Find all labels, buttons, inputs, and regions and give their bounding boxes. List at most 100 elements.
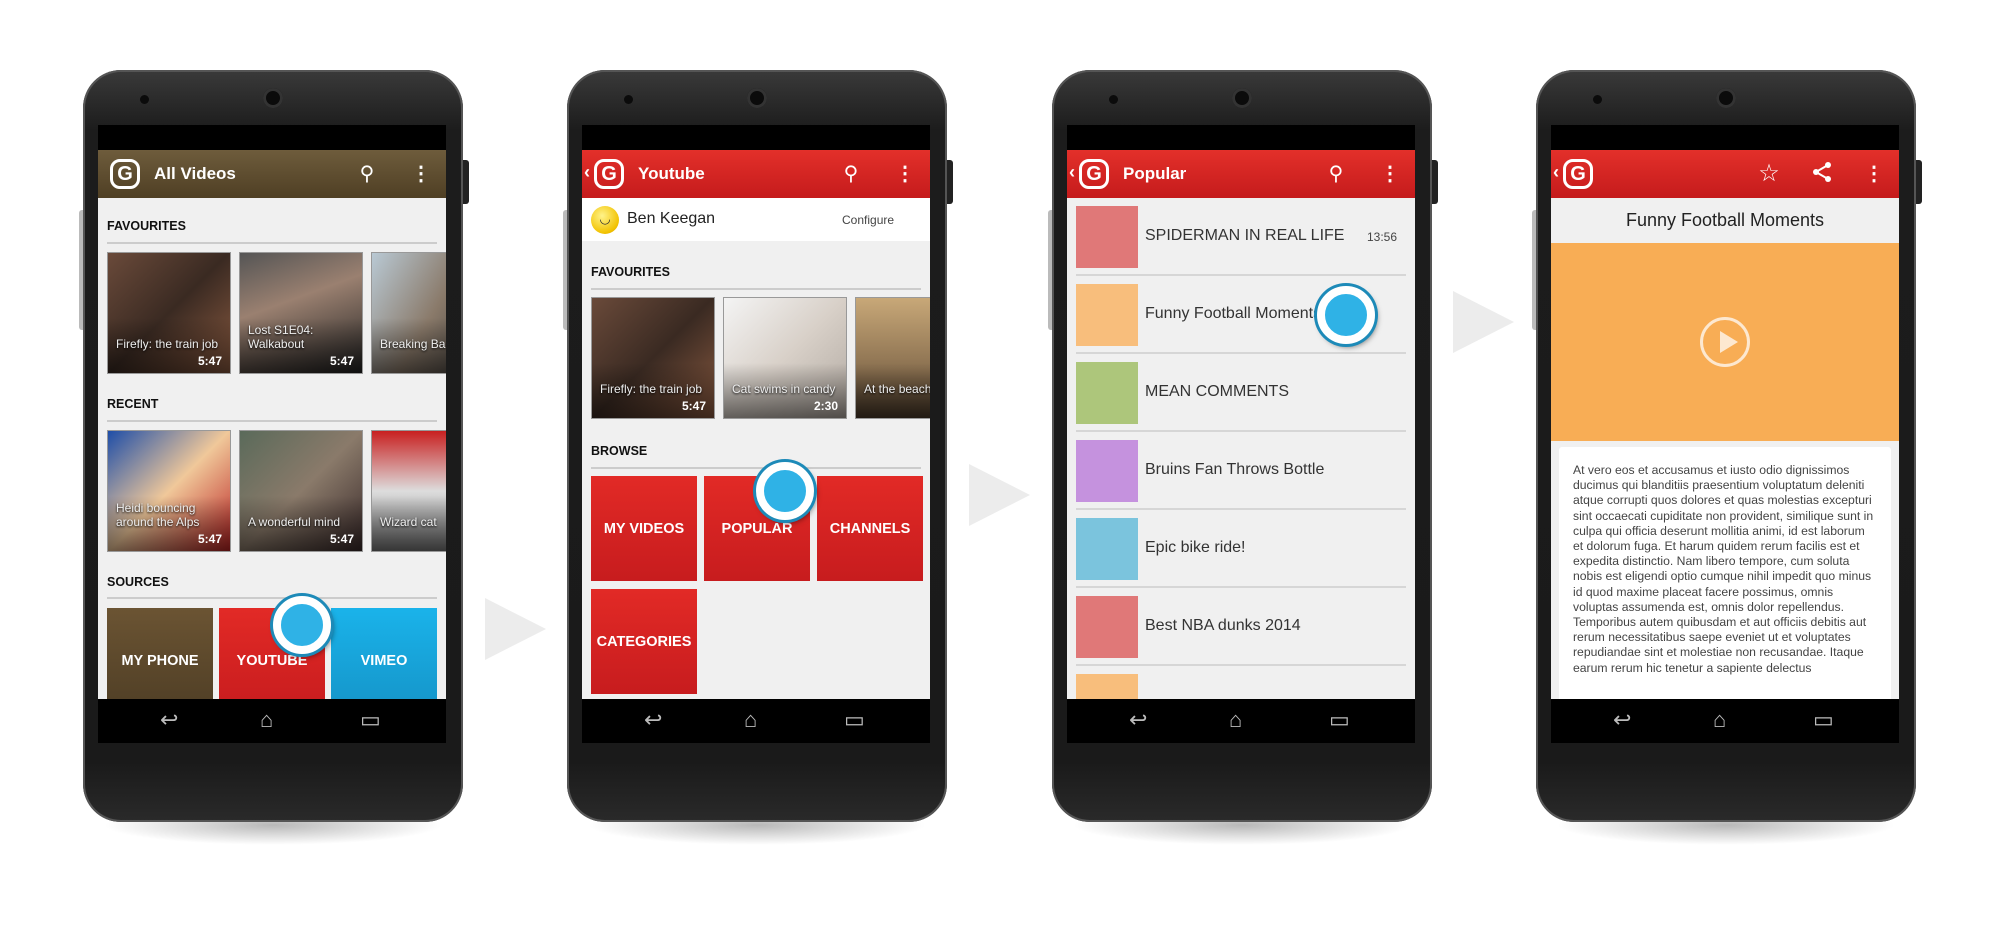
page-title: Youtube xyxy=(638,164,705,183)
action-bar: G All Videos ⚲ ⋮ xyxy=(98,150,446,198)
browse-my-videos[interactable]: MY VIDEOS xyxy=(591,476,697,581)
nav-home-icon[interactable]: ⌂ xyxy=(1713,707,1726,733)
video-player[interactable] xyxy=(1551,243,1899,441)
nav-recents-icon[interactable]: ▭ xyxy=(360,707,381,733)
status-bar xyxy=(98,125,446,150)
section-recent: RECENT xyxy=(107,397,159,411)
divider xyxy=(107,597,437,599)
nav-recents-icon[interactable]: ▭ xyxy=(1813,707,1834,733)
star-icon[interactable]: ☆ xyxy=(1755,160,1783,188)
nav-back-icon[interactable]: ↩ xyxy=(1613,707,1631,733)
list-item[interactable]: Best NBA dunks 2014 xyxy=(1076,588,1406,666)
divider xyxy=(107,420,437,422)
phone-popular: ‹ G Popular ⚲ ⋮ SPIDERMAN IN REAL LIFE 13… xyxy=(1048,70,1438,822)
status-bar xyxy=(1067,125,1415,150)
action-bar: ‹ G ☆ ⋮ xyxy=(1551,150,1899,198)
divider xyxy=(591,467,921,469)
user-name: Ben Keegan xyxy=(627,210,716,227)
volume-button xyxy=(79,210,83,330)
phone-youtube: ‹ G Youtube ⚲ ⋮ ◡ Ben Keegan Configure F… xyxy=(563,70,953,822)
back-chevron-icon[interactable]: ‹ xyxy=(584,162,590,183)
browse-channels[interactable]: CHANNELS xyxy=(817,476,923,581)
video-title: Cat swims in candy xyxy=(732,382,836,396)
overflow-menu-icon[interactable]: ⋮ xyxy=(1860,160,1888,188)
video-thumb xyxy=(1076,596,1138,658)
video-title: Lost S1E04: Walkabout xyxy=(248,323,314,351)
browse-categories[interactable]: CATEGORIES xyxy=(591,589,697,694)
source-vimeo[interactable]: VIMEO xyxy=(331,608,437,699)
video-thumb[interactable]: At the beach xyxy=(855,297,930,419)
app-logo-icon[interactable]: G xyxy=(1079,159,1109,189)
volume-button xyxy=(1532,210,1536,330)
list-item[interactable]: MEAN COMMENTS xyxy=(1076,354,1406,432)
configure-button[interactable]: Configure xyxy=(842,213,894,227)
source-my-phone[interactable]: MY PHONE xyxy=(107,608,213,699)
video-thumb xyxy=(1076,206,1138,268)
nav-home-icon[interactable]: ⌂ xyxy=(744,707,757,733)
video-duration: 5:47 xyxy=(329,354,354,368)
camera xyxy=(263,88,283,108)
touch-indicator-icon xyxy=(273,596,331,654)
video-thumb[interactable]: Wizard cat xyxy=(371,430,446,552)
share-icon[interactable] xyxy=(1808,160,1836,192)
video-title: Epic bike ride! xyxy=(1145,539,1246,556)
content: ◡ Ben Keegan Configure FAVOURITES Firefl… xyxy=(582,198,930,699)
back-chevron-icon[interactable]: ‹ xyxy=(1553,162,1559,183)
list-item[interactable]: Epic bike ride! xyxy=(1076,510,1406,588)
status-bar xyxy=(1551,125,1899,150)
back-chevron-icon[interactable]: ‹ xyxy=(1069,162,1075,183)
app-logo-icon[interactable]: G xyxy=(110,159,140,189)
app-logo-icon[interactable]: G xyxy=(1563,159,1593,189)
video-title: Heidi bouncing around the Alps xyxy=(116,501,200,529)
section-favourites: FAVOURITES xyxy=(591,265,670,279)
video-thumb[interactable]: Heidi bouncing around the Alps 5:47 xyxy=(107,430,231,552)
phone-video-detail: ‹ G ☆ ⋮ Funny Football Moments At vero e… xyxy=(1532,70,1922,822)
content: FAVOURITES Firefly: the train job 5:47 Lo… xyxy=(98,198,446,699)
video-thumb[interactable]: Breaking Ba xyxy=(371,252,446,374)
overflow-menu-icon[interactable]: ⋮ xyxy=(407,160,435,188)
video-thumb[interactable]: Cat swims in candy 2:30 xyxy=(723,297,847,419)
page-title: All Videos xyxy=(154,164,236,183)
screen: ‹ G Popular ⚲ ⋮ SPIDERMAN IN REAL LIFE 13… xyxy=(1067,125,1415,743)
play-icon[interactable] xyxy=(1700,317,1750,367)
app-logo-icon[interactable]: G xyxy=(594,159,624,189)
nav-recents-icon[interactable]: ▭ xyxy=(844,707,865,733)
nav-back-icon[interactable]: ↩ xyxy=(644,707,662,733)
nav-back-icon[interactable]: ↩ xyxy=(160,707,178,733)
search-icon[interactable]: ⚲ xyxy=(1322,160,1350,188)
search-icon[interactable]: ⚲ xyxy=(837,160,865,188)
overflow-menu-icon[interactable]: ⋮ xyxy=(1376,160,1404,188)
video-title: Firefly: the train job xyxy=(600,382,703,396)
screen: G All Videos ⚲ ⋮ FAVOURITES Firefly: the… xyxy=(98,125,446,743)
action-bar: ‹ G Youtube ⚲ ⋮ xyxy=(582,150,930,198)
list-item[interactable]: SPIDERMAN IN REAL LIFE 13:56 xyxy=(1076,198,1406,276)
page-title: Popular xyxy=(1123,164,1187,183)
video-title: Breaking Ba xyxy=(380,337,446,351)
camera xyxy=(1716,88,1736,108)
video-thumb[interactable]: Firefly: the train job 5:47 xyxy=(591,297,715,419)
video-duration: 5:47 xyxy=(329,532,354,546)
video-title: Bruins Fan Throws Bottle xyxy=(1145,461,1325,478)
nav-recents-icon[interactable]: ▭ xyxy=(1329,707,1350,733)
video-thumb[interactable]: A wonderful mind 5:47 xyxy=(239,430,363,552)
list-item[interactable]: Bruins Fan Throws Bottle xyxy=(1076,432,1406,510)
list-item[interactable] xyxy=(1076,666,1406,699)
video-thumb[interactable]: Lost S1E04: Walkabout 5:47 xyxy=(239,252,363,374)
overflow-menu-icon[interactable]: ⋮ xyxy=(891,160,919,188)
video-duration: 5:47 xyxy=(197,532,222,546)
flow-arrow-icon xyxy=(969,464,1030,526)
power-button xyxy=(463,160,469,204)
video-title: A wonderful mind xyxy=(248,515,341,529)
content: Funny Football Moments At vero eos et ac… xyxy=(1551,198,1899,699)
nav-bar: ↩ ⌂ ▭ xyxy=(98,699,446,743)
video-title: Best NBA dunks 2014 xyxy=(1145,617,1301,634)
nav-home-icon[interactable]: ⌂ xyxy=(1229,707,1242,733)
nav-home-icon[interactable]: ⌂ xyxy=(260,707,273,733)
power-button xyxy=(1916,160,1922,204)
search-icon[interactable]: ⚲ xyxy=(353,160,381,188)
flow-arrow-icon xyxy=(485,598,546,660)
video-thumb[interactable]: Firefly: the train job 5:47 xyxy=(107,252,231,374)
video-duration: 5:47 xyxy=(681,399,706,413)
nav-back-icon[interactable]: ↩ xyxy=(1129,707,1147,733)
power-button xyxy=(947,160,953,204)
